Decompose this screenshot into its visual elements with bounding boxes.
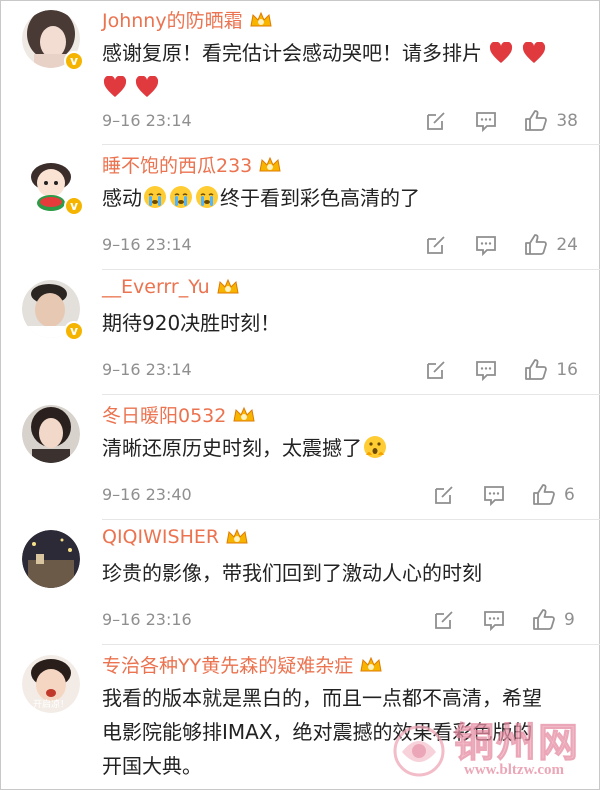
user-name[interactable]: 冬日暖阳0532 bbox=[102, 401, 226, 428]
thumbs-up-icon[interactable] bbox=[532, 608, 556, 632]
thumbs-up-icon[interactable] bbox=[524, 358, 548, 382]
comment-icon[interactable] bbox=[482, 483, 506, 507]
watermark-url: www.bltzw.com bbox=[464, 762, 564, 778]
verified-badge-icon: v bbox=[64, 51, 84, 71]
avatar[interactable] bbox=[22, 405, 80, 463]
timestamp: 9–16 23:16 bbox=[102, 610, 192, 629]
comment-icon[interactable] bbox=[474, 109, 498, 133]
comment-text: 清晰还原历史时刻，太震撼了 bbox=[102, 431, 582, 465]
shocked-face-icon bbox=[364, 436, 386, 458]
comment-item: v Johnny的防晒霜 感谢复原！看完估计会感动哭吧！请多排片 9–16 23… bbox=[0, 0, 600, 145]
avatar-image: 开启凉！ bbox=[22, 655, 80, 713]
avatar[interactable]: v bbox=[22, 155, 84, 216]
timestamp: 9–16 23:14 bbox=[102, 360, 192, 379]
like-count: 38 bbox=[556, 111, 578, 131]
comment-text: 珍贵的影像，带我们回到了激动人心的时刻 bbox=[102, 561, 482, 585]
vip-crown-icon bbox=[259, 156, 281, 171]
user-name[interactable]: __Everrr_Yu bbox=[102, 276, 210, 298]
timestamp: 9–16 23:14 bbox=[102, 111, 192, 130]
watermark-title: 铜州网 bbox=[454, 719, 580, 767]
comment-text: 感动 终于看到彩色高清的了 bbox=[102, 186, 420, 210]
heart-icon bbox=[522, 42, 545, 63]
thumbs-up-icon[interactable] bbox=[524, 109, 548, 133]
comment-text: 期待920决胜时刻！ bbox=[102, 311, 281, 335]
comment-icon[interactable] bbox=[482, 608, 506, 632]
vip-crown-icon bbox=[233, 406, 255, 421]
crying-face-icon bbox=[170, 186, 192, 208]
comment-item: v __Everrr_Yu 期待920决胜时刻！ 9–16 23:14 16 bbox=[0, 270, 600, 395]
verified-badge-icon: v bbox=[64, 196, 84, 216]
site-watermark: 铜州网 www.bltzw.com bbox=[384, 708, 594, 784]
vip-crown-icon bbox=[360, 656, 382, 671]
vip-crown-icon bbox=[250, 11, 272, 26]
avatar[interactable] bbox=[22, 530, 80, 588]
comment-item: v 睡不饱的西瓜233 感动 终于看到彩色高清的了 9–16 23:14 24 bbox=[0, 145, 600, 270]
user-name[interactable]: Johnny的防晒霜 bbox=[102, 6, 243, 33]
user-name[interactable]: 睡不饱的西瓜233 bbox=[102, 151, 252, 178]
thumbs-up-icon[interactable] bbox=[524, 233, 548, 257]
user-name[interactable]: 专治各种YY黄先森的疑难杂症 bbox=[102, 651, 353, 678]
avatar-image bbox=[22, 530, 80, 588]
comment-icon[interactable] bbox=[474, 233, 498, 257]
comment-item: 冬日暖阳0532 清晰还原历史时刻，太震撼了 9–16 23:40 6 bbox=[0, 395, 600, 520]
vip-crown-icon bbox=[217, 278, 239, 294]
avatar-image bbox=[22, 405, 80, 463]
heart-icon bbox=[136, 76, 159, 97]
avatar-caption: 开启凉！ bbox=[33, 698, 69, 710]
user-name[interactable]: QIQIWISHER bbox=[102, 526, 219, 548]
share-edit-icon[interactable] bbox=[432, 483, 456, 507]
comment-item: QIQIWISHER 珍贵的影像，带我们回到了激动人心的时刻 9–16 23:1… bbox=[0, 520, 600, 645]
avatar[interactable]: 开启凉！ bbox=[22, 655, 80, 713]
comment-text: 感谢复原！看完估计会感动哭吧！请多排片 bbox=[102, 36, 582, 104]
thumbs-up-icon[interactable] bbox=[532, 483, 556, 507]
avatar[interactable]: v bbox=[22, 10, 84, 71]
timestamp: 9–16 23:40 bbox=[102, 485, 192, 504]
vip-crown-icon bbox=[226, 528, 248, 544]
share-edit-icon[interactable] bbox=[424, 358, 448, 382]
watermark-logo-icon bbox=[393, 725, 445, 777]
comment-icon[interactable] bbox=[474, 358, 498, 382]
share-edit-icon[interactable] bbox=[432, 608, 456, 632]
avatar[interactable]: v bbox=[22, 280, 84, 341]
share-edit-icon[interactable] bbox=[424, 109, 448, 133]
heart-icon bbox=[490, 42, 513, 63]
like-count: 9 bbox=[564, 610, 575, 630]
crying-face-icon bbox=[196, 186, 218, 208]
share-edit-icon[interactable] bbox=[424, 233, 448, 257]
like-count: 16 bbox=[556, 360, 578, 380]
crying-face-icon bbox=[144, 186, 166, 208]
verified-badge-icon: v bbox=[64, 321, 84, 341]
heart-icon bbox=[103, 76, 127, 97]
timestamp: 9–16 23:14 bbox=[102, 235, 192, 254]
like-count: 24 bbox=[556, 235, 578, 255]
like-count: 6 bbox=[564, 485, 575, 505]
